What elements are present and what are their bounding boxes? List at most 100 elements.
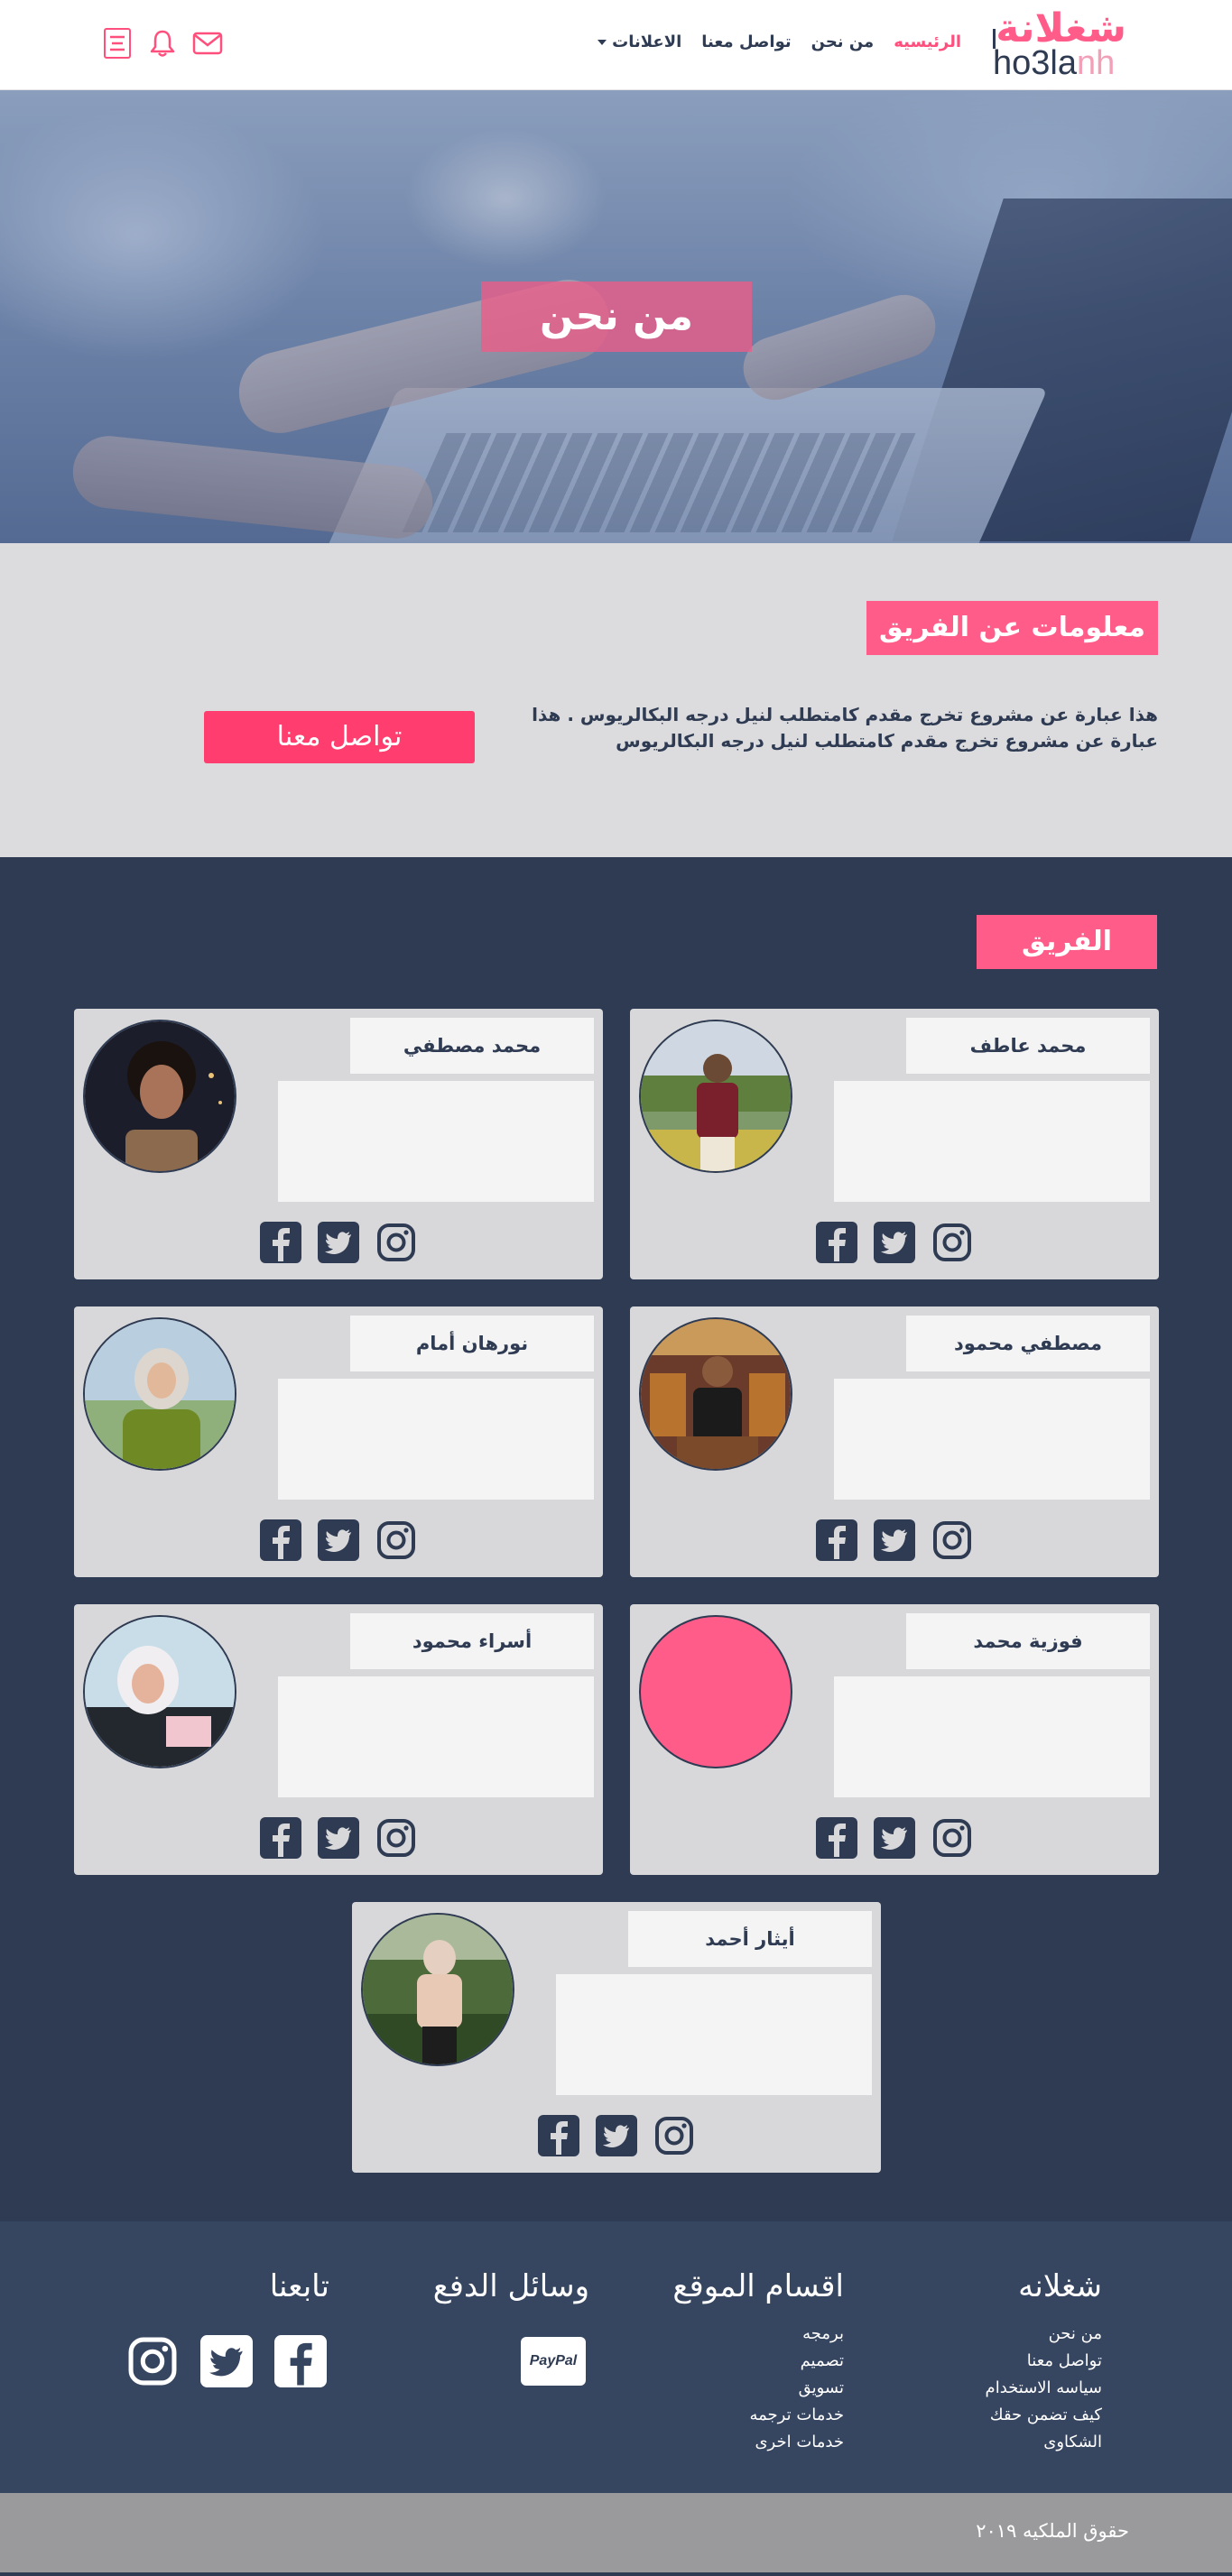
facebook-icon[interactable] bbox=[816, 1817, 857, 1859]
footer-heading: شغلانه bbox=[1018, 2268, 1102, 2304]
facebook-icon[interactable] bbox=[816, 1519, 857, 1561]
footer-link[interactable]: برمجه bbox=[672, 2321, 844, 2348]
copyright-bar: حقوق الملكيه ٢٠١٩ bbox=[0, 2493, 1232, 2572]
facebook-icon[interactable] bbox=[538, 2115, 579, 2156]
twitter-icon[interactable] bbox=[874, 1817, 915, 1859]
footer-link[interactable]: تصميم bbox=[672, 2348, 844, 2375]
twitter-icon[interactable] bbox=[200, 2335, 253, 2387]
member-bio bbox=[556, 1974, 872, 2095]
footer-link[interactable]: سياسه الاستخدام bbox=[986, 2375, 1102, 2402]
member-name: نورهان أمام bbox=[350, 1316, 594, 1371]
footer-link[interactable]: خدمات اخرى bbox=[672, 2429, 844, 2456]
member-bio bbox=[834, 1379, 1150, 1500]
member-bio bbox=[278, 1379, 594, 1500]
paypal-icon[interactable]: PayPal bbox=[521, 2337, 586, 2386]
member-bio bbox=[278, 1081, 594, 1202]
member-bio bbox=[278, 1676, 594, 1797]
team-member-card: مصطفي محمود bbox=[630, 1306, 1159, 1577]
member-bio bbox=[834, 1081, 1150, 1202]
copyright-text: حقوق الملكيه ٢٠١٩ bbox=[976, 2520, 1129, 2542]
member-avatar bbox=[361, 1913, 514, 2066]
mail-icon[interactable] bbox=[191, 27, 224, 60]
site-logo[interactable]: شغلانة ho3lanh bbox=[993, 9, 1134, 83]
footer-link[interactable]: تسويق bbox=[672, 2375, 844, 2402]
facebook-icon[interactable] bbox=[260, 1519, 301, 1561]
menu-icon[interactable] bbox=[101, 27, 134, 60]
footer-heading: وسائل الدفع bbox=[432, 2268, 589, 2304]
about-section: معلومات عن الفريق هذا عبارة عن مشروع تخر… bbox=[0, 543, 1232, 857]
nav-about[interactable]: من نحن bbox=[811, 32, 875, 51]
page-title: من نحن bbox=[481, 282, 752, 352]
nav-ads-dropdown[interactable]: الاعلانات bbox=[597, 32, 681, 51]
footer-socials bbox=[126, 2335, 327, 2387]
instagram-icon[interactable] bbox=[931, 1222, 973, 1263]
hero-banner: من نحن bbox=[0, 90, 1232, 543]
footer-link[interactable]: من نحن bbox=[986, 2321, 1102, 2348]
nav-icons bbox=[101, 27, 224, 60]
twitter-icon[interactable] bbox=[318, 1817, 359, 1859]
member-avatar-placeholder bbox=[639, 1615, 792, 1768]
member-socials bbox=[260, 1222, 417, 1263]
member-name: أيثار أحمد bbox=[628, 1911, 872, 1967]
twitter-icon[interactable] bbox=[318, 1222, 359, 1263]
footer-link[interactable]: خدمات ترجمه bbox=[672, 2402, 845, 2429]
member-avatar bbox=[639, 1020, 792, 1173]
nav-contact[interactable]: تواصل معنا bbox=[701, 32, 791, 51]
footer: شغلانه من نحن تواصل معنا سياسه الاستخدام… bbox=[0, 2221, 1232, 2493]
contact-us-button[interactable]: تواصل معنا bbox=[204, 711, 475, 763]
instagram-icon[interactable] bbox=[375, 1817, 417, 1859]
facebook-icon[interactable] bbox=[260, 1222, 301, 1263]
instagram-icon[interactable] bbox=[931, 1519, 973, 1561]
footer-col-payment: وسائل الدفع bbox=[433, 2268, 589, 2321]
facebook-icon[interactable] bbox=[816, 1222, 857, 1263]
member-socials bbox=[538, 2115, 695, 2156]
facebook-icon[interactable] bbox=[260, 1817, 301, 1859]
instagram-icon[interactable] bbox=[375, 1222, 417, 1263]
twitter-icon[interactable] bbox=[874, 1222, 915, 1263]
about-text: هذا عبارة عن مشروع تخرج مقدم كامتطلب لني… bbox=[532, 704, 1158, 752]
member-avatar bbox=[83, 1020, 236, 1173]
team-section: الفريق محمد عاطف محمد مصطفي مصطفي محمود bbox=[0, 857, 1232, 2221]
member-socials bbox=[816, 1519, 973, 1561]
footer-col-site: شغلانه من نحن تواصل معنا سياسه الاستخدام… bbox=[986, 2268, 1102, 2456]
instagram-icon[interactable] bbox=[126, 2335, 179, 2387]
instagram-icon[interactable] bbox=[375, 1519, 417, 1561]
footer-heading: تابعنا bbox=[269, 2268, 329, 2304]
instagram-icon[interactable] bbox=[653, 2115, 695, 2156]
team-member-card: نورهان أمام bbox=[74, 1306, 603, 1577]
member-socials bbox=[816, 1817, 973, 1859]
nav-home[interactable]: الرئيسيه bbox=[894, 32, 961, 51]
member-socials bbox=[260, 1519, 417, 1561]
member-name: أسراء محمود bbox=[350, 1613, 594, 1669]
facebook-icon[interactable] bbox=[274, 2335, 327, 2387]
member-name: مصطفي محمود bbox=[906, 1316, 1150, 1371]
about-title: معلومات عن الفريق bbox=[866, 601, 1158, 655]
team-member-card: محمد عاطف bbox=[630, 1009, 1159, 1279]
footer-link[interactable]: الشكاوى bbox=[986, 2429, 1102, 2456]
bell-icon[interactable] bbox=[146, 27, 179, 60]
twitter-icon[interactable] bbox=[318, 1519, 359, 1561]
member-name: محمد مصطفي bbox=[350, 1018, 594, 1074]
footer-col-sections: اقسام الموقع برمجه تصميم تسويق خدمات ترج… bbox=[672, 2268, 844, 2456]
team-member-card: أيثار أحمد bbox=[352, 1902, 881, 2173]
member-avatar bbox=[83, 1615, 236, 1768]
member-avatar bbox=[639, 1317, 792, 1471]
member-socials bbox=[260, 1817, 417, 1859]
main-nav: الرئيسيه من نحن تواصل معنا الاعلانات bbox=[597, 32, 961, 51]
member-name: محمد عاطف bbox=[906, 1018, 1150, 1074]
footer-col-follow: تابعنا bbox=[270, 2268, 329, 2321]
footer-link[interactable]: كيف تضمن حقك bbox=[986, 2402, 1102, 2429]
member-bio bbox=[834, 1676, 1150, 1797]
logo-latin: ho3lanh bbox=[993, 44, 1116, 82]
footer-link[interactable]: تواصل معنا bbox=[986, 2348, 1102, 2375]
footer-heading: اقسام الموقع bbox=[672, 2268, 844, 2304]
member-avatar bbox=[83, 1317, 236, 1471]
member-name: فوزية محمد bbox=[906, 1613, 1150, 1669]
logo-arabic: شغلانة bbox=[996, 5, 1126, 51]
instagram-icon[interactable] bbox=[931, 1817, 973, 1859]
twitter-icon[interactable] bbox=[874, 1519, 915, 1561]
twitter-icon[interactable] bbox=[596, 2115, 637, 2156]
member-socials bbox=[816, 1222, 973, 1263]
nav-ads-label: الاعلانات bbox=[612, 32, 682, 51]
team-member-card: أسراء محمود bbox=[74, 1604, 603, 1875]
